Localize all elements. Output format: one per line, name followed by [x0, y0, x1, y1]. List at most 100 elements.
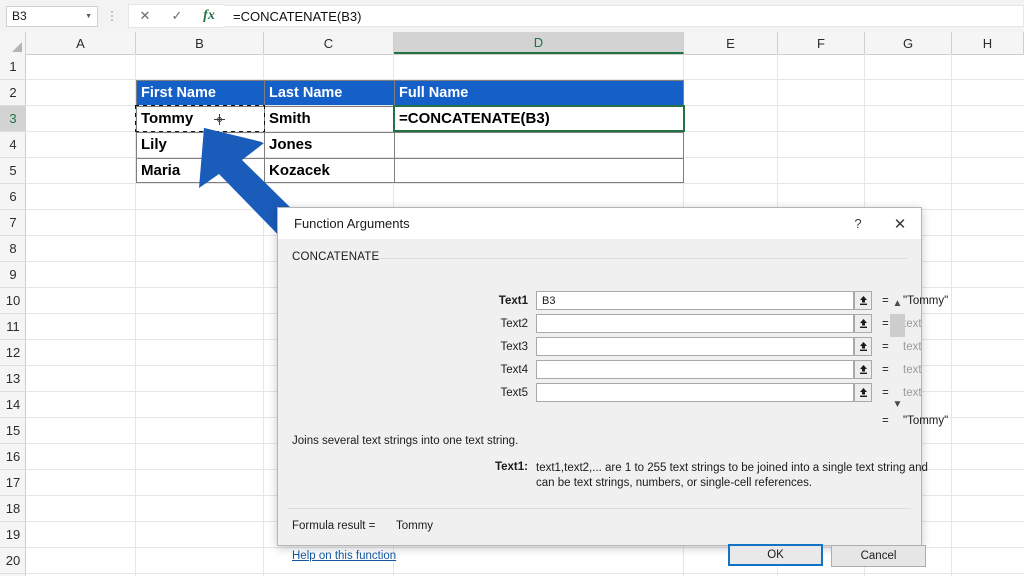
- argument-label-text4: Text4: [458, 360, 528, 380]
- column-header-c[interactable]: C: [264, 32, 394, 54]
- row-header-16[interactable]: 16: [0, 444, 26, 470]
- collapse-dialog-icon-text2[interactable]: [854, 314, 872, 333]
- argument-equals-text5: =: [882, 383, 889, 403]
- argument-label-text1: Text1: [458, 291, 528, 311]
- function-arguments-dialog: Function Arguments ? ✕ CONCATENATE Text1…: [277, 207, 922, 546]
- cell-c2-last-name[interactable]: Last Name: [264, 80, 394, 105]
- function-description: Joins several text strings into one text…: [292, 435, 518, 447]
- row-header-18[interactable]: 18: [0, 496, 26, 522]
- cell-d2-full-name[interactable]: Full Name: [394, 80, 684, 105]
- insert-function-icon[interactable]: fx: [193, 5, 225, 27]
- row-header-13[interactable]: 13: [0, 366, 26, 392]
- collapse-dialog-icon-text5[interactable]: [854, 383, 872, 402]
- function-name-label: CONCATENATE: [292, 251, 379, 263]
- formula-bar: B3 ▼ ✕ ✓ fx =CONCATENATE(B3): [0, 0, 1024, 33]
- column-header-d[interactable]: D: [394, 32, 684, 54]
- cell-c3[interactable]: Smith: [264, 106, 394, 131]
- overall-equals: =: [882, 415, 889, 427]
- arguments-scrollbar[interactable]: ▲ ▼: [889, 296, 906, 412]
- overall-result: "Tommy": [903, 415, 948, 427]
- formula-result-label: Formula result =: [292, 520, 375, 532]
- argument-equals-text3: =: [882, 337, 889, 357]
- argument-label-text5: Text5: [458, 383, 528, 403]
- formula-input[interactable]: =CONCATENATE(B3): [225, 5, 1024, 27]
- name-box[interactable]: B3 ▼: [6, 6, 98, 27]
- ok-button[interactable]: OK: [728, 544, 823, 566]
- argument-equals-text1: =: [882, 291, 889, 311]
- chevron-down-icon[interactable]: ▼: [889, 397, 906, 412]
- column-header-e[interactable]: E: [684, 32, 778, 54]
- cell-b2-first-name[interactable]: First Name: [136, 80, 264, 105]
- excel-window: B3 ▼ ✕ ✓ fx =CONCATENATE(B3) A B C D E F…: [0, 0, 1024, 576]
- select-all-triangle-icon: [12, 42, 22, 52]
- collapse-dialog-icon-text3[interactable]: [854, 337, 872, 356]
- cell-d4[interactable]: [394, 132, 684, 157]
- cell-c5[interactable]: Kozacek: [264, 158, 394, 183]
- close-icon[interactable]: ✕: [879, 208, 921, 239]
- row-header-12[interactable]: 12: [0, 340, 26, 366]
- row-header-14[interactable]: 14: [0, 392, 26, 418]
- close-x-icon[interactable]: ✕: [129, 5, 161, 27]
- cell-d5[interactable]: [394, 158, 684, 183]
- column-header-h[interactable]: H: [952, 32, 1024, 54]
- dialog-title-bar[interactable]: Function Arguments ? ✕: [278, 208, 921, 239]
- argument-label-text2: Text2: [458, 314, 528, 334]
- argument-input-text4[interactable]: [536, 360, 854, 379]
- argument-help-label: Text1:: [458, 461, 528, 473]
- help-button[interactable]: ?: [837, 208, 879, 239]
- row-header-6[interactable]: 6: [0, 184, 26, 210]
- collapse-dialog-icon-text1[interactable]: [854, 291, 872, 310]
- row-header-19[interactable]: 19: [0, 522, 26, 548]
- cell-b5[interactable]: Maria: [136, 158, 264, 183]
- checkmark-icon[interactable]: ✓: [161, 5, 193, 27]
- row-header-15[interactable]: 15: [0, 418, 26, 444]
- argument-equals-text4: =: [882, 360, 889, 380]
- function-name-rule: [374, 258, 907, 259]
- argument-equals-text2: =: [882, 314, 889, 334]
- dialog-title-buttons: ? ✕: [837, 208, 921, 239]
- row-header-11[interactable]: 11: [0, 314, 26, 340]
- argument-input-text2[interactable]: [536, 314, 854, 333]
- select-all-corner[interactable]: [0, 32, 26, 54]
- dialog-body: CONCATENATE Text1 B3 = "Tommy" Text2 = t: [278, 239, 921, 545]
- column-header-a[interactable]: A: [26, 32, 136, 54]
- argument-input-text3[interactable]: [536, 337, 854, 356]
- argument-label-text3: Text3: [458, 337, 528, 357]
- dialog-title: Function Arguments: [294, 216, 410, 231]
- argument-input-text1[interactable]: B3: [536, 291, 854, 310]
- row-header-20[interactable]: 20: [0, 548, 26, 574]
- name-box-value: B3: [12, 9, 27, 23]
- row-header-17[interactable]: 17: [0, 470, 26, 496]
- row-header-2[interactable]: 2: [0, 80, 26, 106]
- row-header-10[interactable]: 10: [0, 288, 26, 314]
- row-header-7[interactable]: 7: [0, 210, 26, 236]
- scrollbar-thumb[interactable]: [890, 314, 905, 337]
- chevron-up-icon[interactable]: ▲: [889, 296, 906, 311]
- cell-b4[interactable]: Lily: [136, 132, 264, 157]
- formula-bar-buttons: ✕ ✓ fx: [128, 4, 225, 28]
- collapse-dialog-icon-text4[interactable]: [854, 360, 872, 379]
- formula-bar-grip: [106, 5, 118, 27]
- cell-b3[interactable]: Tommy: [136, 106, 264, 131]
- cell-c4[interactable]: Jones: [264, 132, 394, 157]
- row-header-4[interactable]: 4: [0, 132, 26, 158]
- formula-result-value: Tommy: [396, 520, 433, 532]
- row-header-8[interactable]: 8: [0, 236, 26, 262]
- chevron-down-icon[interactable]: ▼: [85, 13, 92, 20]
- row-header-column: 1 2 3 4 5 6 7 8 9 10 11 12 13 14 15 16 1…: [0, 54, 26, 576]
- cancel-button[interactable]: Cancel: [831, 545, 926, 567]
- help-on-this-function-link[interactable]: Help on this function: [292, 550, 396, 562]
- row-header-5[interactable]: 5: [0, 158, 26, 184]
- argument-result-text1: "Tommy": [903, 291, 948, 311]
- row-header-9[interactable]: 9: [0, 262, 26, 288]
- footer-rule: [288, 508, 911, 509]
- column-header-g[interactable]: G: [865, 32, 952, 54]
- cell-crosshair-cursor-icon: [214, 114, 225, 125]
- row-header-3[interactable]: 3: [0, 106, 26, 132]
- row-header-1[interactable]: 1: [0, 54, 26, 80]
- column-header-f[interactable]: F: [778, 32, 865, 54]
- argument-help-text: text1,text2,... are 1 to 255 text string…: [536, 461, 936, 491]
- cell-d3[interactable]: =CONCATENATE(B3): [394, 106, 684, 131]
- argument-input-text5[interactable]: [536, 383, 854, 402]
- column-header-b[interactable]: B: [136, 32, 264, 54]
